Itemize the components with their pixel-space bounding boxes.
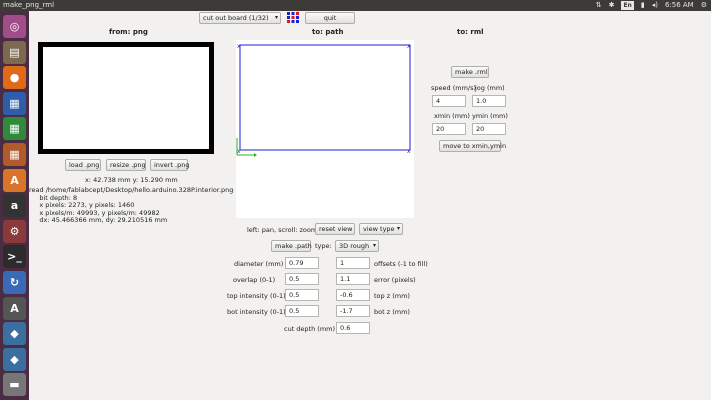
type-label: type: bbox=[315, 242, 332, 250]
top-z-input[interactable]: -0.6 bbox=[336, 289, 370, 301]
diameter-input[interactable]: 0.79 bbox=[285, 257, 319, 269]
make-rml-button[interactable]: make .rml bbox=[451, 66, 489, 78]
resize-png-button[interactable]: resize .png bbox=[106, 159, 146, 171]
chevron-down-icon: ▾ bbox=[274, 14, 278, 21]
view-type-value: view type bbox=[363, 225, 395, 233]
atom-icon[interactable]: A bbox=[3, 296, 26, 320]
chevron-down-icon: ▾ bbox=[372, 242, 376, 249]
reset-view-button[interactable]: reset view bbox=[315, 223, 355, 235]
move-to-xmin-ymin-button[interactable]: move to xmin,ymin bbox=[439, 140, 506, 152]
launcher: ◎ ▤ ● ▦ ▦ ▦ Aa ⚙ >_ ↻ A ◆ ◆ ▬ bbox=[0, 11, 29, 400]
speed-input[interactable]: 4 bbox=[432, 95, 466, 107]
cursor-coordinates: x: 42.738 mm y: 15.290 mm bbox=[85, 176, 178, 184]
drive-icon[interactable]: ▬ bbox=[3, 373, 26, 397]
writer-icon[interactable]: ▦ bbox=[3, 91, 26, 115]
error-input[interactable]: 1.1 bbox=[336, 273, 370, 285]
bot-z-label: bot z (mm) bbox=[374, 308, 410, 316]
bot-z-input[interactable]: -1.7 bbox=[336, 305, 370, 317]
jog-input[interactable]: 1.0 bbox=[472, 95, 506, 107]
overlap-label: overlap (0-1) bbox=[233, 276, 276, 284]
bluetooth-icon[interactable]: ✱ bbox=[609, 1, 615, 10]
to-rml-header: to: rml bbox=[457, 28, 484, 36]
diameter-label: diameter (mm) bbox=[234, 260, 284, 268]
impress-icon[interactable]: ▦ bbox=[3, 143, 26, 166]
python2-icon[interactable]: ◆ bbox=[3, 347, 26, 371]
keyboard-layout-indicator[interactable]: En bbox=[621, 1, 634, 10]
bot-intensity-label: bot intensity (0-1) bbox=[227, 308, 286, 316]
power-gear-icon[interactable]: ⚙ bbox=[701, 1, 707, 10]
path-type-select[interactable]: 3D rough ▾ bbox=[335, 240, 379, 252]
clock[interactable]: 6:56 AM bbox=[665, 1, 694, 10]
top-intensity-label: top intensity (0-1) bbox=[227, 292, 286, 300]
png-info-line: dx: 45.466366 mm, dy: 29.210516 mm bbox=[29, 216, 168, 224]
process-select[interactable]: cut out board (1/32) ▾ bbox=[199, 12, 281, 24]
png-info: read /home/fablabcept/Desktop/hello.ardu… bbox=[29, 186, 233, 225]
amazon-icon[interactable]: a bbox=[3, 194, 26, 218]
quit-button[interactable]: quit bbox=[305, 12, 355, 24]
offsets-input[interactable]: 1 bbox=[336, 257, 370, 269]
offsets-label: offsets (-1 to fill) bbox=[374, 260, 428, 268]
path-corner-marker: x bbox=[237, 43, 241, 50]
xmin-label: xmin (mm) bbox=[434, 112, 470, 120]
from-png-header: from: png bbox=[109, 28, 148, 36]
cut-depth-label: cut depth (mm) bbox=[284, 325, 336, 333]
jog-label: jog (mm) bbox=[475, 84, 505, 92]
view-type-select[interactable]: view type ▾ bbox=[359, 223, 403, 235]
process-select-value: cut out board (1/32) bbox=[203, 14, 269, 22]
png-preview bbox=[38, 42, 214, 154]
path-view-svg: x x x x bbox=[236, 43, 411, 157]
python-icon[interactable]: ◆ bbox=[3, 322, 26, 346]
overlap-input[interactable]: 0.5 bbox=[285, 273, 319, 285]
ubuntu-dash-icon[interactable]: ◎ bbox=[3, 15, 26, 38]
view-hint: left: pan, scroll: zoom bbox=[247, 226, 318, 234]
make-path-button[interactable]: make .path bbox=[271, 240, 312, 252]
path-corner-marker: x bbox=[237, 148, 241, 155]
volume-icon[interactable]: ◂) bbox=[652, 1, 658, 10]
battery-icon[interactable]: ▮ bbox=[641, 1, 645, 10]
system-top-bar: make_png_rml ⇅ ✱ En ▮ ◂) 6:56 AM ⚙ bbox=[0, 0, 711, 11]
bot-intensity-input[interactable]: 0.5 bbox=[285, 305, 319, 317]
speed-label: speed (mm/s) bbox=[431, 84, 477, 92]
top-intensity-input[interactable]: 0.5 bbox=[285, 289, 319, 301]
top-z-label: top z (mm) bbox=[374, 292, 410, 300]
software-center-icon[interactable]: A bbox=[3, 168, 26, 192]
files-icon[interactable]: ▤ bbox=[3, 40, 26, 64]
app-window: cut out board (1/32) ▾ quit from: png lo… bbox=[29, 11, 711, 400]
ymin-input[interactable]: 20 bbox=[472, 123, 506, 135]
to-path-header: to: path bbox=[312, 28, 344, 36]
invert-png-button[interactable]: invert .png bbox=[150, 159, 190, 171]
grid-icon[interactable] bbox=[287, 12, 299, 23]
path-canvas[interactable]: x x x x bbox=[236, 40, 414, 218]
path-type-value: 3D rough bbox=[339, 242, 370, 250]
path-corner-marker: x bbox=[407, 43, 411, 50]
settings-icon[interactable]: ⚙ bbox=[3, 219, 26, 243]
window-title: make_png_rml bbox=[3, 1, 55, 9]
error-label: error (pixels) bbox=[374, 276, 416, 284]
calc-icon[interactable]: ▦ bbox=[3, 117, 26, 141]
path-corner-marker: x bbox=[407, 148, 411, 155]
xmin-input[interactable]: 20 bbox=[432, 123, 466, 135]
terminal-icon[interactable]: >_ bbox=[3, 245, 26, 269]
update-icon[interactable]: ↻ bbox=[3, 271, 26, 294]
system-tray: ⇅ ✱ En ▮ ◂) 6:56 AM ⚙ bbox=[596, 1, 707, 10]
load-png-button[interactable]: load .png bbox=[65, 159, 101, 171]
x-axis-arrow bbox=[254, 153, 257, 157]
ymin-label: ymin (mm) bbox=[472, 112, 508, 120]
cut-depth-input[interactable]: 0.6 bbox=[336, 322, 370, 334]
toolpath-outline bbox=[239, 44, 411, 151]
chevron-down-icon: ▾ bbox=[396, 225, 400, 232]
network-icon[interactable]: ⇅ bbox=[596, 1, 602, 10]
firefox-icon[interactable]: ● bbox=[3, 66, 26, 90]
